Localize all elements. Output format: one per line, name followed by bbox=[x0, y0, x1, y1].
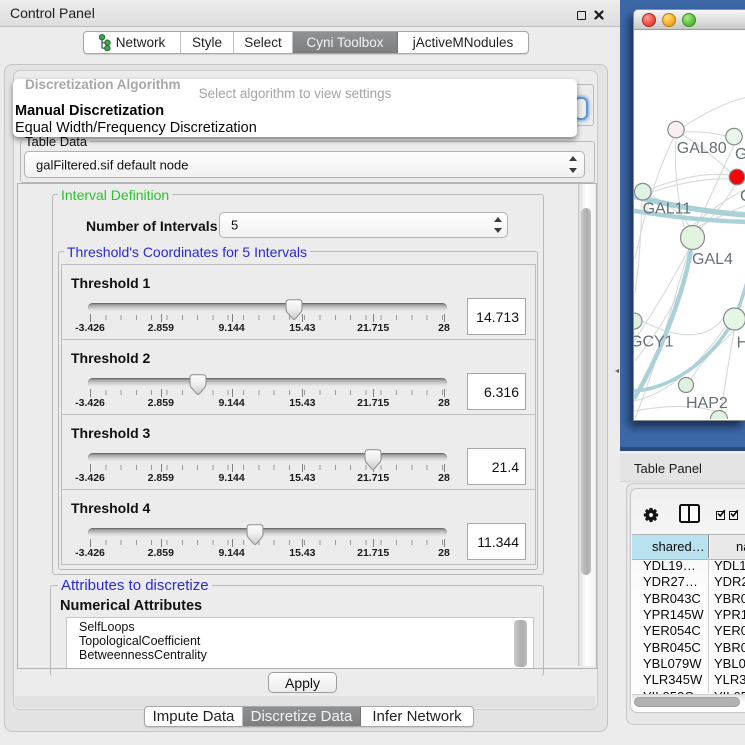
svg-text:H: H bbox=[737, 335, 745, 352]
svg-text:GA: GA bbox=[735, 146, 745, 163]
svg-text:GCY1: GCY1 bbox=[634, 334, 674, 351]
svg-text:GAL4: GAL4 bbox=[692, 251, 733, 268]
svg-text:GAL80: GAL80 bbox=[677, 140, 727, 157]
svg-text:C: C bbox=[740, 188, 745, 205]
svg-text:GAL11: GAL11 bbox=[643, 201, 692, 218]
svg-text:HAP2: HAP2 bbox=[686, 395, 728, 412]
